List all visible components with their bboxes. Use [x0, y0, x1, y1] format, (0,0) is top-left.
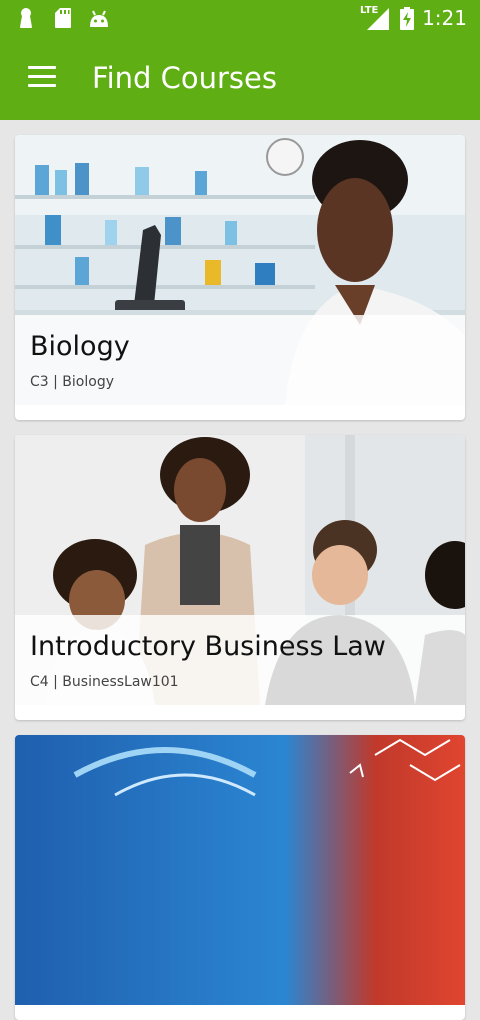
course-title: Biology	[30, 331, 130, 362]
course-title: Introductory Business Law	[30, 631, 386, 662]
signal-icon: LTE	[360, 5, 390, 30]
menu-button[interactable]	[28, 66, 56, 88]
keyhole-icon	[20, 8, 32, 28]
chemistry-photo	[15, 735, 465, 1005]
course-card-chemistry[interactable]	[15, 735, 465, 1020]
course-subtitle: C3 | Biology	[30, 374, 114, 390]
sd-card-icon	[55, 8, 71, 28]
course-subtitle: C4 | BusinessLaw101	[30, 674, 179, 690]
course-card-biology[interactable]: Biology C3 | Biology	[15, 135, 465, 420]
course-card-business-law[interactable]: Introductory Business Law C4 | BusinessL…	[15, 435, 465, 720]
android-icon	[90, 10, 108, 27]
battery-icon	[400, 7, 414, 30]
page-title: Find Courses	[92, 61, 277, 95]
status-time: 1:21	[422, 6, 467, 30]
status-bar: LTE 1:21	[0, 0, 480, 36]
app-bar: Find Courses	[0, 36, 480, 120]
